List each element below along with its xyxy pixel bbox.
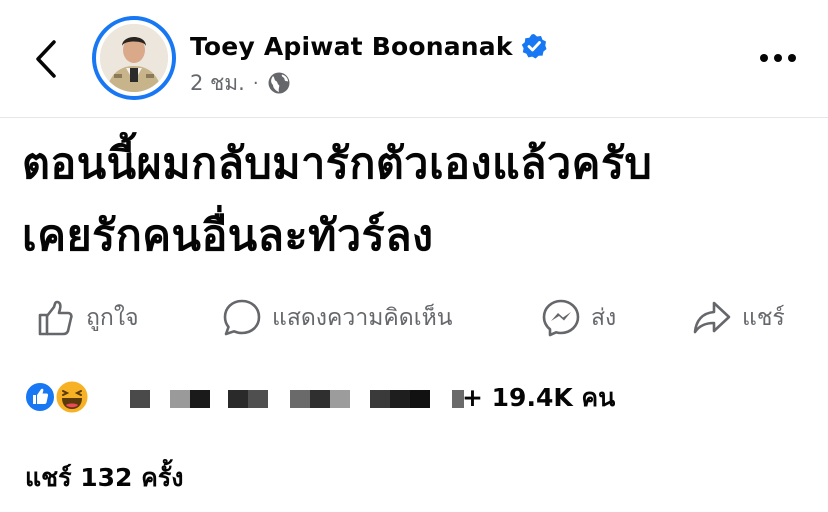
messenger-icon: [542, 299, 580, 337]
thumbs-up-icon: [38, 300, 73, 336]
avatar-photo: [100, 24, 168, 92]
comment-button[interactable]: แสดงความคิดเห็น: [222, 290, 452, 346]
avatar[interactable]: [92, 16, 176, 100]
haha-reaction-icon: [54, 379, 90, 415]
send-button[interactable]: ส่ง: [541, 290, 616, 346]
timestamp[interactable]: 2 ชม.: [190, 67, 245, 100]
like-button[interactable]: ถูกใจ: [36, 290, 139, 346]
more-horizontal-icon[interactable]: [758, 52, 798, 64]
reaction-count[interactable]: + 19.4K คน: [462, 378, 615, 418]
share-arrow-icon: [693, 301, 731, 334]
reaction-summary[interactable]: [22, 376, 92, 418]
share-count[interactable]: แชร์ 132 ครั้ง: [25, 458, 183, 498]
author-name[interactable]: Toey Apiwat Boonanak: [190, 32, 513, 61]
reaction-icons: [22, 379, 92, 415]
author-row: Toey Apiwat Boonanak: [190, 26, 547, 66]
verified-badge-icon: [521, 34, 547, 59]
post-text: ตอนนี้ผมกลับมารักตัวเองแล้วครับ เคยรักคน…: [22, 139, 653, 261]
share-button[interactable]: แชร์: [692, 290, 785, 346]
like-reaction-icon: [24, 381, 56, 413]
post-meta: 2 ชม. ·: [190, 68, 291, 98]
globe-icon: [268, 72, 290, 94]
meta-separator: ·: [252, 72, 259, 94]
post-header: Toey Apiwat Boonanak 2 ชม. ·: [0, 0, 828, 118]
like-label: ถูกใจ: [86, 305, 139, 331]
header-divider: [0, 117, 828, 118]
action-bar: ถูกใจ แสดงความคิดเห็น ส่ง แชร์: [0, 290, 828, 346]
send-label: ส่ง: [591, 305, 617, 331]
share-label: แชร์: [742, 305, 785, 331]
reactor-names-blurred: [130, 390, 464, 408]
comment-bubble-icon: [223, 299, 261, 336]
chevron-left-icon[interactable]: [30, 38, 62, 80]
comment-label: แสดงความคิดเห็น: [272, 305, 453, 331]
